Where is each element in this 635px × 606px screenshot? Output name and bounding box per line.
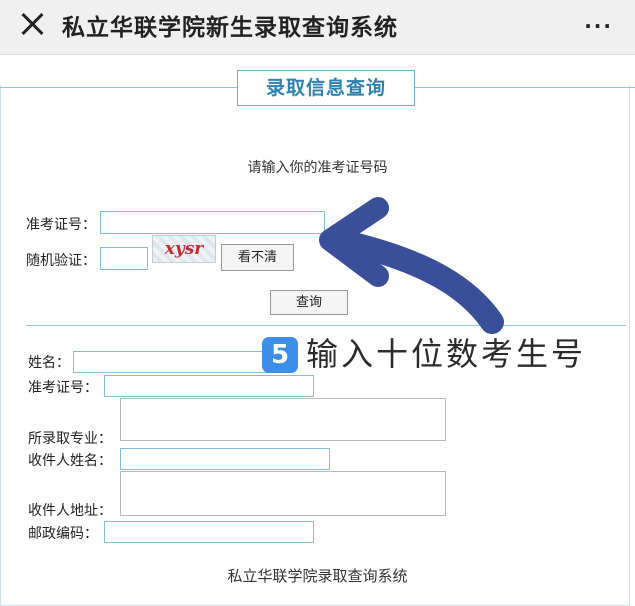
handwritten-annotation: 输入十位数考生号 bbox=[306, 335, 587, 373]
step-badge: 5 bbox=[262, 337, 298, 373]
footer-text: 私立华联学院录取查询系统 bbox=[227, 567, 408, 585]
annotation-arrow bbox=[319, 197, 504, 334]
